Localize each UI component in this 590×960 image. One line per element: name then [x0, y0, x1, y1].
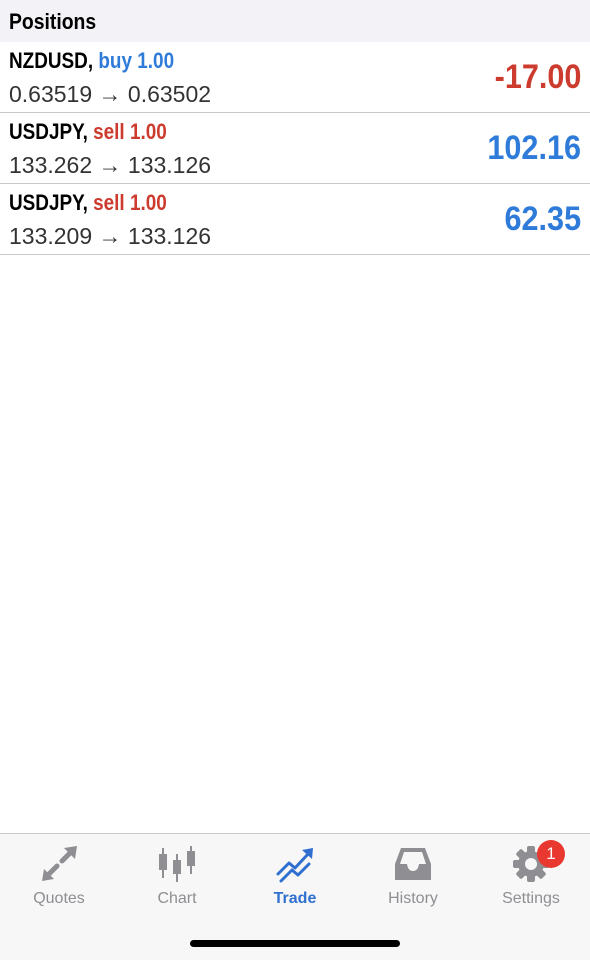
tab-label: Chart	[157, 890, 197, 907]
open-price: 133.209	[9, 223, 93, 249]
position-volume: 1.00	[129, 190, 167, 215]
position-row[interactable]: NZDUSD, buy 1.00 0.63519 → 0.63502 -17.0…	[0, 42, 590, 113]
current-price: 133.126	[127, 223, 212, 249]
position-side: sell	[93, 190, 125, 215]
section-title: Positions	[9, 9, 97, 34]
position-title: USDJPY, sell 1.00	[9, 190, 167, 215]
trade-trend-icon	[276, 848, 313, 883]
position-title: USDJPY, sell 1.00	[9, 119, 167, 144]
position-volume: 1.00	[129, 119, 167, 144]
current-price: 133.126	[127, 152, 212, 178]
tab-label: Settings	[502, 890, 560, 907]
position-title: NZDUSD, buy 1.00	[9, 48, 175, 73]
position-side: sell	[93, 119, 125, 144]
position-symbol: NZDUSD	[9, 48, 88, 73]
position-row[interactable]: USDJPY, sell 1.00 133.209 → 133.126 62.3…	[0, 184, 590, 255]
notification-badge: 1	[537, 840, 565, 868]
position-prices: 133.262 → 133.126	[9, 152, 212, 178]
position-profit: -17.00	[494, 58, 581, 96]
positions-header: Positions	[0, 0, 590, 42]
position-row[interactable]: USDJPY, sell 1.00 133.262 → 133.126 102.…	[0, 113, 590, 184]
quotes-arrows-icon	[42, 846, 77, 881]
position-symbol: USDJPY	[9, 119, 83, 144]
candlestick-icon	[159, 846, 195, 882]
inbox-tray-icon	[395, 848, 431, 880]
position-profit: 62.35	[504, 200, 581, 238]
position-prices: 133.209 → 133.126	[9, 223, 212, 249]
open-price: 0.63519	[9, 81, 93, 107]
tab-label: Trade	[273, 890, 317, 907]
position-profit: 102.16	[487, 129, 581, 167]
tab-history[interactable]: History	[354, 834, 472, 924]
tab-trade[interactable]: Trade	[236, 834, 354, 924]
tab-quotes[interactable]: Quotes	[0, 834, 118, 924]
tab-label: Quotes	[33, 890, 85, 907]
tab-bar: Quotes Chart Trade History 1 Settings	[0, 833, 590, 960]
open-price: 133.262	[9, 152, 93, 178]
position-symbol: USDJPY	[9, 190, 83, 215]
position-volume: 1.00	[137, 48, 175, 73]
position-side: buy	[98, 48, 133, 73]
tab-settings[interactable]: 1 Settings	[472, 834, 590, 924]
home-indicator[interactable]	[190, 940, 400, 947]
tab-chart[interactable]: Chart	[118, 834, 236, 924]
position-prices: 0.63519 → 0.63502	[9, 81, 212, 107]
positions-list: NZDUSD, buy 1.00 0.63519 → 0.63502 -17.0…	[0, 42, 590, 255]
current-price: 0.63502	[127, 81, 212, 107]
tab-label: History	[388, 890, 438, 907]
